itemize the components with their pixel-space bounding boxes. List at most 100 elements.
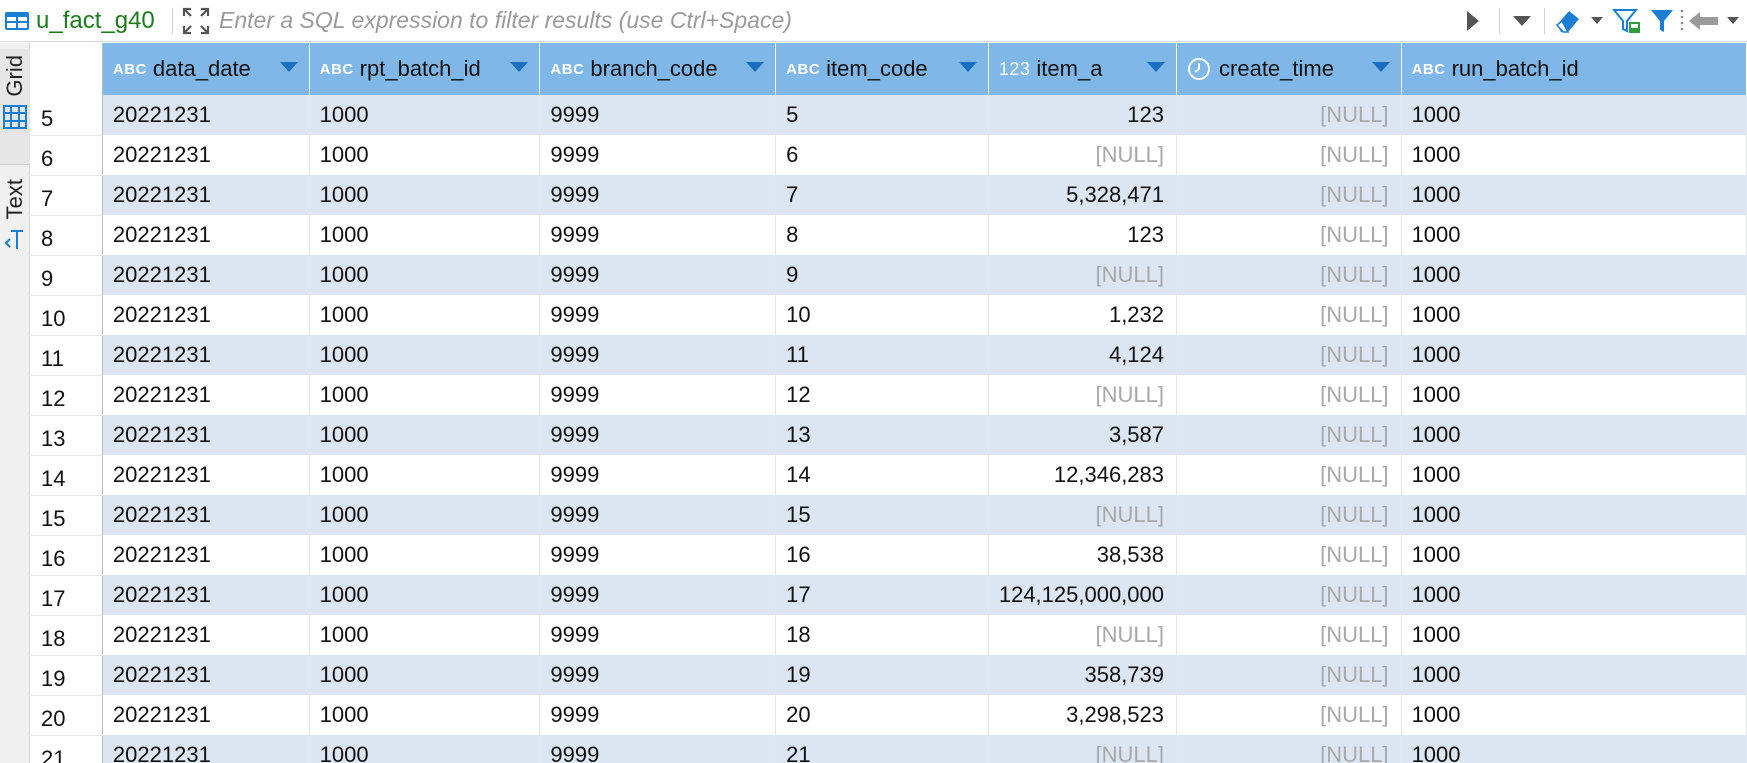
cell-item-code[interactable]: 11 [775, 335, 989, 375]
cell-branch-code[interactable]: 9999 [539, 535, 777, 575]
cell-rpt-batch-id[interactable]: 1000 [309, 95, 541, 135]
cell-data-date[interactable]: 20221231 [102, 335, 310, 375]
cell-rpt-batch-id[interactable]: 1000 [309, 335, 541, 375]
cell-branch-code[interactable]: 9999 [539, 335, 777, 375]
cell-item-a[interactable]: 123 [988, 215, 1178, 255]
cell-rpt-batch-id[interactable]: 1000 [309, 295, 541, 335]
cell-rpt-batch-id[interactable]: 1000 [309, 535, 541, 575]
row-number[interactable]: 6 [31, 135, 103, 176]
cell-branch-code[interactable]: 9999 [539, 135, 777, 175]
cell-branch-code[interactable]: 9999 [539, 575, 777, 615]
table-row[interactable]: 8 20221231 1000 9999 8 123 [NULL] 1000 [31, 215, 1747, 256]
cell-item-code[interactable]: 12 [775, 375, 989, 415]
cell-data-date[interactable]: 20221231 [102, 735, 310, 763]
cell-branch-code[interactable]: 9999 [539, 95, 777, 135]
row-number[interactable]: 17 [31, 575, 103, 616]
column-header-rpt-batch-id[interactable]: ABC rpt_batch_id [309, 43, 541, 95]
row-number[interactable]: 19 [31, 655, 103, 696]
sort-arrow-icon[interactable] [279, 61, 299, 73]
row-number[interactable]: 10 [31, 295, 103, 336]
row-number[interactable]: 15 [31, 495, 103, 536]
cell-branch-code[interactable]: 9999 [539, 615, 777, 655]
cell-item-code[interactable]: 5 [775, 95, 989, 135]
cell-item-a[interactable]: 38,538 [988, 535, 1178, 575]
cell-item-code[interactable]: 6 [775, 135, 989, 175]
apply-filter-button[interactable] [1453, 4, 1493, 38]
cell-rpt-batch-id[interactable]: 1000 [309, 255, 541, 295]
cell-data-date[interactable]: 20221231 [102, 495, 310, 535]
table-row[interactable]: 17 20221231 1000 9999 17 124,125,000,000 [NULL… [31, 575, 1747, 616]
table-row[interactable]: 7 20221231 1000 9999 7 5,328,471 [NULL] 1000 [31, 175, 1747, 216]
cell-create-time[interactable]: [NULL] [1176, 535, 1402, 575]
cell-data-date[interactable]: 20221231 [102, 615, 310, 655]
filter-history-button[interactable] [1506, 4, 1538, 38]
column-header-run-batch-id[interactable]: ABC run_batch_id [1401, 43, 1747, 95]
row-number[interactable]: 14 [31, 455, 103, 496]
back-menu-button[interactable] [1723, 4, 1743, 38]
cell-item-code[interactable]: 18 [775, 615, 989, 655]
cell-run-batch-id[interactable]: 1000 [1401, 95, 1747, 135]
cell-run-batch-id[interactable]: 1000 [1401, 135, 1747, 175]
cell-run-batch-id[interactable]: 1000 [1401, 735, 1747, 763]
cell-create-time[interactable]: [NULL] [1176, 295, 1402, 335]
table-row[interactable]: 13 20221231 1000 9999 13 3,587 [NULL] 1000 [31, 415, 1747, 456]
table-row[interactable]: 20 20221231 1000 9999 20 3,298,523 [NULL] 1000 [31, 695, 1747, 736]
cell-branch-code[interactable]: 9999 [539, 215, 777, 255]
cell-item-a[interactable]: 123 [988, 95, 1178, 135]
cell-data-date[interactable]: 20221231 [102, 535, 310, 575]
cell-item-a[interactable]: [NULL] [988, 735, 1178, 763]
cell-data-date[interactable]: 20221231 [102, 455, 310, 495]
cell-run-batch-id[interactable]: 1000 [1401, 255, 1747, 295]
cell-create-time[interactable]: [NULL] [1176, 135, 1402, 175]
cell-item-a[interactable]: 3,298,523 [988, 695, 1178, 735]
cell-create-time[interactable]: [NULL] [1176, 695, 1402, 735]
cell-rpt-batch-id[interactable]: 1000 [309, 415, 541, 455]
cell-branch-code[interactable]: 9999 [539, 175, 777, 215]
cell-item-code[interactable]: 10 [775, 295, 989, 335]
cell-item-code[interactable]: 8 [775, 215, 989, 255]
table-row[interactable]: 10 20221231 1000 9999 10 1,232 [NULL] 1000 [31, 295, 1747, 336]
cell-branch-code[interactable]: 9999 [539, 655, 777, 695]
cell-create-time[interactable]: [NULL] [1176, 575, 1402, 615]
row-number[interactable]: 8 [31, 215, 103, 256]
cell-rpt-batch-id[interactable]: 1000 [309, 695, 541, 735]
sort-arrow-icon[interactable] [1371, 61, 1391, 73]
cell-run-batch-id[interactable]: 1000 [1401, 535, 1747, 575]
table-row[interactable]: 11 20221231 1000 9999 11 4,124 [NULL] 1000 [31, 335, 1747, 376]
cell-branch-code[interactable]: 9999 [539, 255, 777, 295]
clear-filter-menu-button[interactable] [1585, 4, 1609, 38]
row-number[interactable]: 21 [31, 735, 103, 763]
column-header-create-time[interactable]: create_time [1176, 43, 1402, 95]
text-tab[interactable]: Text [0, 173, 30, 293]
cell-rpt-batch-id[interactable]: 1000 [309, 735, 541, 763]
table-row[interactable]: 16 20221231 1000 9999 16 38,538 [NULL] 1000 [31, 535, 1747, 576]
cell-branch-code[interactable]: 9999 [539, 375, 777, 415]
cell-rpt-batch-id[interactable]: 1000 [309, 455, 541, 495]
table-row[interactable]: 12 20221231 1000 9999 12 [NULL] [NULL] 1000 [31, 375, 1747, 416]
row-number[interactable]: 13 [31, 415, 103, 456]
cell-item-a[interactable]: [NULL] [988, 375, 1178, 415]
cell-data-date[interactable]: 20221231 [102, 375, 310, 415]
cell-rpt-batch-id[interactable]: 1000 [309, 655, 541, 695]
cell-run-batch-id[interactable]: 1000 [1401, 415, 1747, 455]
cell-run-batch-id[interactable]: 1000 [1401, 695, 1747, 735]
cell-item-code[interactable]: 20 [775, 695, 989, 735]
table-row[interactable]: 18 20221231 1000 9999 18 [NULL] [NULL] 1000 [31, 615, 1747, 656]
cell-item-code[interactable]: 13 [775, 415, 989, 455]
cell-data-date[interactable]: 20221231 [102, 215, 310, 255]
cell-item-code[interactable]: 17 [775, 575, 989, 615]
table-row[interactable]: 5 20221231 1000 9999 5 123 [NULL] 1000 [31, 95, 1747, 136]
sort-arrow-icon[interactable] [1146, 61, 1166, 73]
cell-item-a[interactable]: [NULL] [988, 615, 1178, 655]
cell-create-time[interactable]: [NULL] [1176, 415, 1402, 455]
cell-item-code[interactable]: 14 [775, 455, 989, 495]
cell-item-code[interactable]: 16 [775, 535, 989, 575]
cell-branch-code[interactable]: 9999 [539, 695, 777, 735]
filter-input[interactable] [213, 3, 1453, 38]
table-row[interactable]: 15 20221231 1000 9999 15 [NULL] [NULL] 1000 [31, 495, 1747, 536]
sort-arrow-icon[interactable] [958, 61, 978, 73]
column-header-branch-code[interactable]: ABC branch_code [539, 43, 777, 95]
row-number[interactable]: 12 [31, 375, 103, 416]
cell-data-date[interactable]: 20221231 [102, 695, 310, 735]
cell-run-batch-id[interactable]: 1000 [1401, 495, 1747, 535]
